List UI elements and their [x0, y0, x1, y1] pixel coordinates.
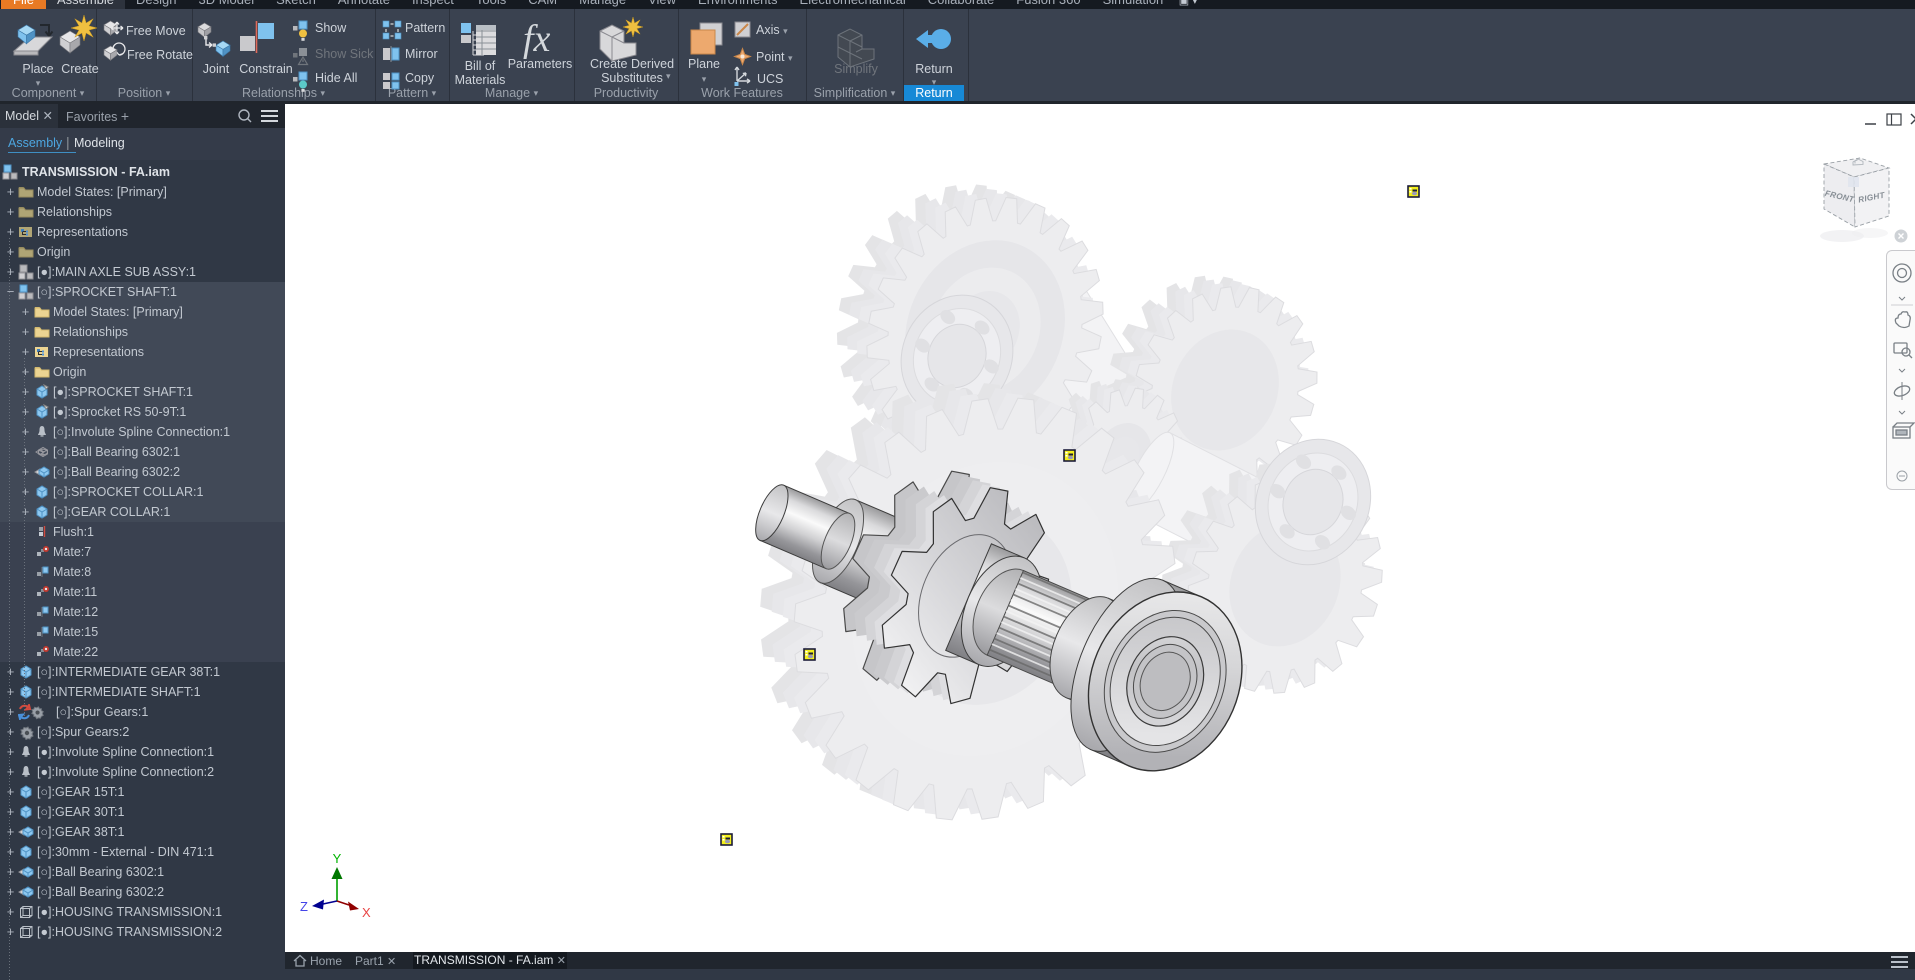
- svg-text:Z: Z: [300, 899, 308, 914]
- svg-text:X: X: [362, 905, 371, 920]
- svg-text:Y: Y: [333, 851, 342, 866]
- svg-text:fx: fx: [523, 18, 551, 60]
